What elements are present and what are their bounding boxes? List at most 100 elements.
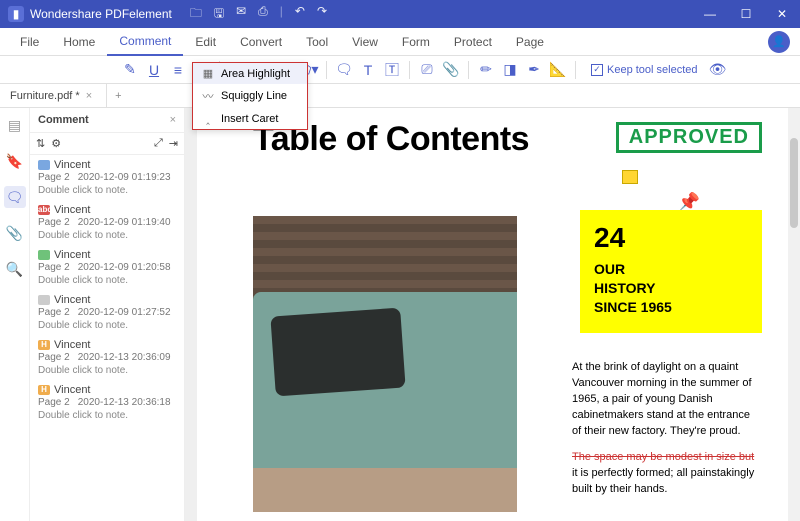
keep-tool-label: Keep tool selected <box>607 64 698 76</box>
pdf-page: Table of Contents APPROVED 📌 24 OUR HIST… <box>197 108 788 521</box>
comment-entry[interactable]: H VincentPage 2 2020-12-13 20:36:18 Double … <box>30 380 184 425</box>
comment-page: Page 2 <box>38 307 70 318</box>
open-icon[interactable]: 🗀 <box>190 4 202 25</box>
attachment-icon[interactable]: 📎 <box>441 60 461 80</box>
sort-icon[interactable]: ⇅ <box>36 137 45 150</box>
expand-icon[interactable]: ⤢ <box>154 137 163 150</box>
add-tab-button[interactable]: + <box>107 90 129 102</box>
comment-note: Double click to note. <box>38 410 176 421</box>
comment-note: Double click to note. <box>38 320 176 331</box>
document-tab[interactable]: Furniture.pdf * × <box>0 84 107 108</box>
close-button[interactable]: ✕ <box>764 0 800 28</box>
panel-close-icon[interactable]: × <box>170 114 176 126</box>
comment-timestamp: 2020-12-09 01:19:40 <box>78 217 171 228</box>
comment-type-icon <box>38 295 50 305</box>
keep-tool-checkbox[interactable]: ✓ <box>591 64 603 76</box>
comment-page: Page 2 <box>38 217 70 228</box>
area-highlight[interactable]: 24 OUR HISTORY SINCE 1965 <box>580 210 762 333</box>
document-viewport[interactable]: ◂ Table of Contents APPROVED 📌 24 OUR HI… <box>185 108 800 521</box>
menu-view[interactable]: View <box>340 28 390 56</box>
comment-author: Vincent <box>54 294 91 306</box>
comment-entry[interactable]: HVincentPage 22020-12-13 20:36:09Double … <box>30 335 184 380</box>
comment-toolbar: ✎ U ≡ ≡▾ ▢ ◯ ↗ ⬠▾ 🗨 T 🅃 ⎚ 📎 ✏ ◨ ✒ 📐 ✓ Ke… <box>0 56 800 84</box>
dropdown-item-caret[interactable]: ‸Insert Caret <box>193 108 307 129</box>
comment-type-icon <box>38 160 50 170</box>
undo-icon[interactable]: ↶ <box>295 4 305 25</box>
menu-form[interactable]: Form <box>390 28 442 56</box>
comment-timestamp: 2020-12-13 20:36:09 <box>78 352 171 363</box>
strikeout-icon[interactable]: ≡ <box>168 60 188 80</box>
app-logo-icon: ▮ <box>8 6 24 22</box>
measure-icon[interactable]: 📐 <box>548 60 568 80</box>
comment-entry[interactable]: abcVincentPage 22020-12-09 01:19:40Doubl… <box>30 200 184 245</box>
menu-home[interactable]: Home <box>51 28 107 56</box>
bookmarks-icon[interactable]: 🔖 <box>4 150 26 172</box>
left-rail: ▤ 🔖 🗨 📎 🔍 <box>0 108 30 521</box>
vertical-scrollbar[interactable] <box>788 108 800 521</box>
comment-note: Double click to note. <box>38 230 176 241</box>
typewriter-icon[interactable]: T <box>358 60 378 80</box>
maximize-button[interactable]: ☐ <box>728 0 764 28</box>
comment-author: Vincent <box>54 159 91 171</box>
export-icon[interactable]: ⇥ <box>169 137 178 150</box>
comment-author: Vincent <box>54 339 91 351</box>
stamp-icon[interactable]: ⎚ <box>417 60 437 80</box>
comment-type-icon: H <box>38 385 50 395</box>
mail-icon[interactable]: ✉ <box>236 4 246 25</box>
underline-icon[interactable]: U <box>144 60 164 80</box>
strikeout-annotation[interactable]: The space may be modest in size but <box>572 451 754 463</box>
search-icon[interactable]: 🔍 <box>4 258 26 280</box>
approved-stamp[interactable]: APPROVED <box>616 122 762 153</box>
comment-entry[interactable]: VincentPage 22020-12-09 01:20:58Double c… <box>30 245 184 290</box>
annotation-dropdown: ▦Area Highlight 〰Squiggly Line ‸Insert C… <box>192 62 308 130</box>
comments-panel-icon[interactable]: 🗨 <box>4 186 26 208</box>
filter-icon[interactable]: ⚙ <box>51 137 61 150</box>
area-highlight-icon: ▦ <box>201 67 215 80</box>
sign-icon[interactable]: ✒ <box>524 60 544 80</box>
comment-author: Vincent <box>54 204 91 216</box>
scrollbar-thumb[interactable] <box>790 138 798 228</box>
comment-note: Double click to note. <box>38 275 176 286</box>
comment-author: Vincent <box>54 384 91 396</box>
comment-note: Double click to note. <box>38 365 176 376</box>
user-avatar-icon[interactable]: 👤 <box>768 31 790 53</box>
caret-icon: ‸ <box>201 112 215 125</box>
save-icon[interactable]: 🖫 <box>214 4 224 25</box>
comment-entry[interactable]: VincentPage 22020-12-09 01:27:52Double c… <box>30 290 184 335</box>
hide-comments-icon[interactable]: 👁 <box>708 60 728 80</box>
document-tabs: Furniture.pdf * × + <box>0 84 800 108</box>
comment-note: Double click to note. <box>38 185 176 196</box>
menu-tool[interactable]: Tool <box>294 28 340 56</box>
menu-comment[interactable]: Comment <box>107 28 183 56</box>
print-icon[interactable]: ⎙ <box>258 4 268 25</box>
menu-convert[interactable]: Convert <box>228 28 294 56</box>
tab-close-icon[interactable]: × <box>86 90 92 102</box>
menu-protect[interactable]: Protect <box>442 28 504 56</box>
comment-timestamp: 2020-12-09 01:20:58 <box>78 262 171 273</box>
menu-edit[interactable]: Edit <box>183 28 228 56</box>
comment-entry[interactable]: VincentPage 22020-12-09 01:19:23Double c… <box>30 155 184 200</box>
dropdown-item-area-highlight[interactable]: ▦Area Highlight <box>193 63 307 84</box>
squiggly-icon: 〰 <box>201 88 215 104</box>
furniture-photo <box>253 216 517 512</box>
comment-timestamp: 2020-12-13 20:36:18 <box>78 397 171 408</box>
textbox-icon[interactable]: 🅃 <box>382 60 402 80</box>
comment-author: Vincent <box>54 249 91 261</box>
tab-label: Furniture.pdf * <box>10 90 80 102</box>
feature-text: OUR HISTORY SINCE 1965 <box>594 260 748 317</box>
minimize-button[interactable]: — <box>692 0 728 28</box>
attachments-panel-icon[interactable]: 📎 <box>4 222 26 244</box>
eraser-icon[interactable]: ◨ <box>500 60 520 80</box>
pencil-icon[interactable]: ✏ <box>476 60 496 80</box>
comment-page: Page 2 <box>38 397 70 408</box>
highlight-icon[interactable]: ✎ <box>120 60 140 80</box>
menu-file[interactable]: File <box>8 28 51 56</box>
note-icon[interactable]: 🗨 <box>334 60 354 80</box>
app-title: Wondershare PDFelement <box>30 7 172 21</box>
thumbnails-icon[interactable]: ▤ <box>4 114 26 136</box>
dropdown-item-squiggly[interactable]: 〰Squiggly Line <box>193 84 307 108</box>
menu-page[interactable]: Page <box>504 28 556 56</box>
redo-icon[interactable]: ↷ <box>317 4 327 25</box>
menubar: File Home Comment Edit Convert Tool View… <box>0 28 800 56</box>
sticky-note-icon[interactable] <box>622 170 638 184</box>
